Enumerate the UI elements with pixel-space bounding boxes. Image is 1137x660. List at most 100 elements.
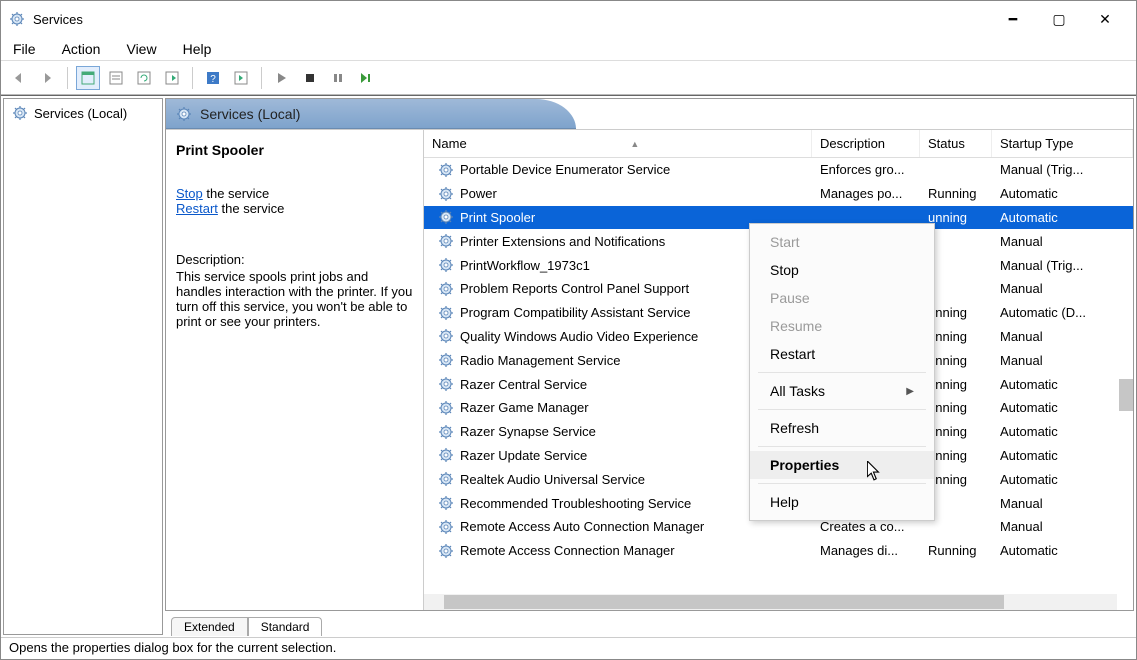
context-menu: Start Stop Pause Resume Restart All Task… [749, 223, 935, 521]
service-type: Manual [992, 496, 1133, 511]
gear-icon [438, 471, 454, 487]
service-desc: Creates a co... [812, 519, 920, 534]
service-type: Manual [992, 353, 1133, 368]
menu-help[interactable]: Help [750, 488, 934, 516]
gear-icon [438, 519, 454, 535]
service-row[interactable]: Portable Device Enumerator ServiceEnforc… [424, 158, 1133, 182]
show-hide-tree-button[interactable] [76, 66, 100, 90]
selected-service-title: Print Spooler [176, 142, 413, 158]
chevron-right-icon: ▶ [906, 386, 914, 397]
tab-standard[interactable]: Standard [248, 617, 323, 636]
service-desc: Manages di... [812, 543, 920, 558]
service-row[interactable]: Remote Access Connection Manager Manages … [424, 539, 1133, 563]
gear-icon [438, 162, 454, 178]
titlebar: Services ━ ▢ ✕ [1, 1, 1136, 37]
menu-action[interactable]: Action [58, 39, 105, 59]
maximize-button[interactable]: ▢ [1036, 3, 1082, 35]
service-name: PrintWorkflow_1973c1 [460, 258, 590, 273]
service-type: Manual [992, 234, 1133, 249]
menu-help[interactable]: Help [179, 39, 216, 59]
menu-pause: Pause [750, 284, 934, 312]
stop-link[interactable]: Stop [176, 186, 203, 201]
minimize-button[interactable]: ━ [990, 3, 1036, 35]
gear-icon [438, 543, 454, 559]
window-controls: ━ ▢ ✕ [990, 3, 1128, 35]
gear-icon [438, 209, 454, 225]
service-type: Manual (Trig... [992, 258, 1133, 273]
col-status[interactable]: Status [920, 130, 992, 157]
help2-button[interactable] [229, 66, 253, 90]
service-type: Automatic [992, 448, 1133, 463]
properties-button[interactable] [104, 66, 128, 90]
menu-refresh[interactable]: Refresh [750, 414, 934, 442]
app-icon [9, 11, 25, 27]
service-type: Manual [992, 281, 1133, 296]
menu-separator [758, 372, 926, 373]
service-type: Automatic [992, 472, 1133, 487]
tab-extended[interactable]: Extended [171, 617, 248, 636]
grid-header: Name▲ Description Status Startup Type [424, 130, 1133, 158]
close-button[interactable]: ✕ [1082, 3, 1128, 35]
gear-icon [438, 328, 454, 344]
col-description[interactable]: Description [812, 130, 920, 157]
service-name: Program Compatibility Assistant Service [460, 305, 690, 320]
menu-separator [758, 446, 926, 447]
toolbar: ? [1, 61, 1136, 95]
col-name[interactable]: Name▲ [424, 130, 812, 157]
help-button[interactable]: ? [201, 66, 225, 90]
view-tabs: Extended Standard [165, 611, 1134, 635]
header-title: Services (Local) [200, 106, 300, 122]
service-type: Automatic [992, 424, 1133, 439]
pause-service-button[interactable] [326, 66, 350, 90]
menu-all-tasks[interactable]: All Tasks▶ [750, 377, 934, 405]
menu-restart[interactable]: Restart [750, 340, 934, 368]
menu-stop[interactable]: Stop [750, 256, 934, 284]
restart-link[interactable]: Restart [176, 201, 218, 216]
export-button[interactable] [160, 66, 184, 90]
gear-icon [438, 376, 454, 392]
back-button[interactable] [7, 66, 31, 90]
gear-icon [12, 105, 28, 121]
service-name: Recommended Troubleshooting Service [460, 496, 691, 511]
gear-icon [438, 305, 454, 321]
refresh-button[interactable] [132, 66, 156, 90]
header-bar-wrap: Services (Local) [166, 99, 1133, 130]
stop-service-button[interactable] [298, 66, 322, 90]
service-type: Manual [992, 519, 1133, 534]
description-text: This service spools print jobs and handl… [176, 269, 413, 329]
tree-root[interactable]: Services (Local) [8, 103, 158, 123]
gear-icon [438, 281, 454, 297]
service-type: Automatic [992, 186, 1133, 201]
service-name: Remote Access Connection Manager [460, 543, 675, 558]
service-name: Razer Game Manager [460, 400, 589, 415]
menubar: File Action View Help [1, 37, 1136, 61]
toolbar-separator [192, 67, 193, 89]
service-status: Running [920, 543, 992, 558]
menu-separator [758, 409, 926, 410]
start-service-button[interactable] [270, 66, 294, 90]
vertical-scroll-indicator[interactable] [1119, 379, 1133, 411]
service-name: Radio Management Service [460, 353, 620, 368]
restart-service-button[interactable] [354, 66, 378, 90]
service-name: Printer Extensions and Notifications [460, 234, 665, 249]
service-name: Razer Central Service [460, 377, 587, 392]
menu-view[interactable]: View [122, 39, 160, 59]
col-startup-type[interactable]: Startup Type [992, 130, 1133, 157]
menu-separator [758, 483, 926, 484]
service-row[interactable]: PowerManages po...RunningAutomatic [424, 182, 1133, 206]
svg-text:?: ? [210, 74, 216, 85]
right-pane: Services (Local) Print Spooler Stop the … [165, 98, 1134, 635]
gear-icon [438, 447, 454, 463]
menu-properties[interactable]: Properties [750, 451, 934, 479]
service-status: Running [920, 186, 992, 201]
gear-icon [438, 400, 454, 416]
service-name: Razer Update Service [460, 448, 587, 463]
detail-panel: Print Spooler Stop the service Restart t… [166, 130, 424, 610]
main-body: Services (Local) Services (Local) Print … [1, 95, 1136, 637]
gear-icon [176, 106, 192, 122]
horizontal-scrollbar[interactable] [424, 594, 1117, 610]
service-name: Problem Reports Control Panel Support [460, 281, 689, 296]
menu-file[interactable]: File [9, 39, 40, 59]
forward-button[interactable] [35, 66, 59, 90]
gear-icon [438, 352, 454, 368]
